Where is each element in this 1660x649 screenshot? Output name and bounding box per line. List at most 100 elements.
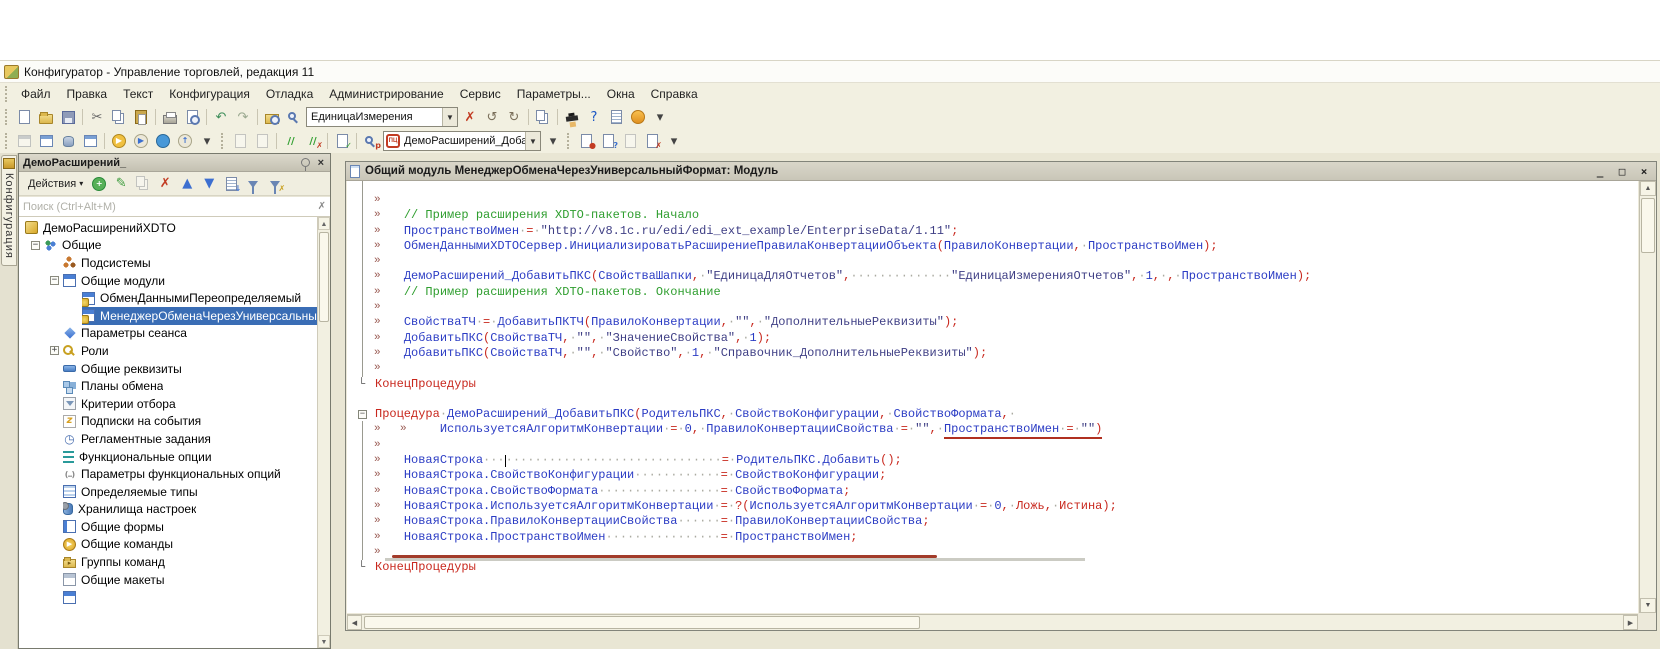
code-line[interactable]: » ОбменДаннымиXDTOСервер.Инициализироват…: [347, 239, 1638, 254]
find-combobox[interactable]: ЕдиницаИзмерения ▼: [306, 107, 458, 127]
tree-item-functional-option-params[interactable]: (..)Параметры функциональных опций: [19, 465, 317, 483]
bookmark-toggle-button[interactable]: ●: [575, 131, 597, 151]
code-line[interactable]: » ДобавитьПКС(СвойстваТЧ,·"",·"Свойство"…: [347, 346, 1638, 361]
toolbar-overflow-button[interactable]: ▾: [649, 107, 671, 127]
tree-item-functional-options[interactable]: Функциональные опции: [19, 448, 317, 466]
code-area[interactable]: » » // Пример расширения XDTO-пакетов. На…: [347, 181, 1638, 613]
paste-button[interactable]: [130, 107, 152, 127]
code-line[interactable]: [347, 392, 1638, 407]
delete-button[interactable]: ✗: [154, 174, 176, 194]
tree-item-command-groups[interactable]: ▸Группы команд: [19, 553, 317, 571]
menu-item-2[interactable]: Текст: [115, 85, 161, 103]
code-line[interactable]: » ДобавитьПКС(СвойстваТЧ,·"",·"ЗначениеС…: [347, 331, 1638, 346]
check-module-button[interactable]: ✓: [331, 131, 353, 151]
tree-item-roles[interactable]: +Роли: [19, 342, 317, 360]
menu-item-3[interactable]: Конфигурация: [161, 85, 258, 103]
code-line[interactable]: » // Пример расширения XDTO-пакетов. Нач…: [347, 208, 1638, 223]
code-line[interactable]: »: [347, 361, 1638, 376]
menu-item-9[interactable]: Справка: [643, 85, 706, 103]
collapse-icon[interactable]: −: [50, 276, 59, 285]
compare-config-button[interactable]: [35, 131, 57, 151]
find-combobox-dropdown-icon[interactable]: ▼: [442, 108, 457, 126]
new-document-button[interactable]: [13, 107, 35, 127]
search-clear-icon[interactable]: ✗: [318, 201, 326, 212]
menubar-grip[interactable]: [5, 86, 10, 102]
actions-menu-button[interactable]: Действия ▾: [23, 175, 88, 193]
tree-item-common[interactable]: −Общие: [19, 237, 317, 255]
tree-search-box[interactable]: Поиск (Ctrl+Alt+M) ✗: [19, 196, 330, 217]
scroll-down-icon[interactable]: ▼: [318, 635, 330, 648]
uncomment-lines-button[interactable]: //✗: [302, 131, 324, 151]
update-db-config-button[interactable]: [57, 131, 79, 151]
collapse-icon[interactable]: −: [31, 241, 40, 250]
procedure-combobox[interactable]: ПЦ ДемоРасширений_ДобавитьПК ▼: [383, 131, 541, 151]
vertical-scrollbar-thumb[interactable]: [1641, 198, 1655, 253]
find-in-files-button[interactable]: [261, 107, 283, 127]
find-button[interactable]: [283, 107, 305, 127]
tree-item-subsystems[interactable]: Подсистемы: [19, 254, 317, 272]
panel-titlebar[interactable]: ДемоРасширений_ ×: [19, 154, 330, 172]
menu-item-4[interactable]: Отладка: [258, 85, 321, 103]
clear-find-button[interactable]: ✗: [459, 107, 481, 127]
menu-item-7[interactable]: Параметры...: [509, 85, 599, 103]
code-line[interactable]: »» ИспользуетсяАлгоритмКонвертации·=·0,·…: [347, 422, 1638, 437]
tree-item-common-templates[interactable]: Общие макеты: [19, 571, 317, 589]
edit-button[interactable]: ✎: [110, 174, 132, 194]
web-client-button[interactable]: [152, 131, 174, 151]
app-titlebar[interactable]: Конфигуратор - Управление торговлей, ред…: [0, 61, 1660, 83]
config-table-button[interactable]: [79, 131, 101, 151]
code-line[interactable]: »: [347, 545, 1638, 560]
code-line[interactable]: » НоваяСтрока.ИспользуетсяАлгоритмКонвер…: [347, 499, 1638, 514]
menu-item-1[interactable]: Правка: [59, 85, 116, 103]
tree-item-event-subscriptions[interactable]: zПодписки на события: [19, 413, 317, 431]
scroll-up-icon[interactable]: ▲: [1640, 181, 1656, 196]
format-document-button[interactable]: [229, 131, 251, 151]
menu-item-0[interactable]: Файл: [13, 85, 59, 103]
redo-button[interactable]: ↷: [232, 107, 254, 127]
tree-item-defined-types[interactable]: Определяемые типы: [19, 483, 317, 501]
code-line[interactable]: » ДемоРасширений_ДобавитьПКС(СвойстваШап…: [347, 269, 1638, 284]
editor-horizontal-scrollbar[interactable]: ◀ ▶: [347, 614, 1638, 630]
code-line[interactable]: » НоваяСтрока.ПравилоКонвертацииСвойства…: [347, 514, 1638, 529]
comment-lines-button[interactable]: //: [280, 131, 302, 151]
debug-overflow-button[interactable]: ▾: [196, 131, 218, 151]
horizontal-scrollbar-thumb[interactable]: [364, 616, 920, 629]
update-extension-button[interactable]: ↑: [174, 131, 196, 151]
code-line[interactable]: »: [347, 254, 1638, 269]
tree-scrollbar-thumb[interactable]: [319, 232, 329, 322]
close-button[interactable]: ×: [1636, 165, 1652, 178]
add-button[interactable]: +: [88, 174, 110, 194]
info-button[interactable]: [627, 107, 649, 127]
editor-titlebar[interactable]: Общий модуль МенеджерОбменаЧерезУниверса…: [346, 162, 1656, 181]
duplicate-button[interactable]: [132, 174, 154, 194]
code-line[interactable]: »: [347, 300, 1638, 315]
tree-item-common-commands[interactable]: ▶Общие команды: [19, 536, 317, 554]
goto-procedure-button[interactable]: p: [360, 131, 382, 151]
code-line[interactable]: » НоваяСтрока.СвойствоФормата···········…: [347, 484, 1638, 499]
tree-item-common-forms[interactable]: Общие формы: [19, 518, 317, 536]
print-preview-button[interactable]: [181, 107, 203, 127]
code-line[interactable]: » НоваяСтрока···························…: [347, 453, 1638, 468]
tree-item-common-attributes[interactable]: Общие реквизиты: [19, 360, 317, 378]
code-line[interactable]: » НоваяСтрока.ПространствоИмен··········…: [347, 530, 1638, 545]
scroll-down-icon[interactable]: ▼: [1640, 598, 1656, 613]
pin-icon[interactable]: [301, 158, 310, 167]
toolbar-grip[interactable]: [5, 109, 10, 125]
format-block-button[interactable]: [251, 131, 273, 151]
filter-button[interactable]: [242, 174, 264, 194]
tree-item-filter-criteria[interactable]: Критерии отбора: [19, 395, 317, 413]
window-list-button[interactable]: [532, 107, 554, 127]
sort-button[interactable]: ↓: [220, 174, 242, 194]
scroll-up-icon[interactable]: ▲: [318, 217, 330, 230]
code-line[interactable]: └КонецПроцедуры: [347, 560, 1638, 575]
thin-client-button[interactable]: ▶: [130, 131, 152, 151]
menu-item-6[interactable]: Сервис: [452, 85, 509, 103]
code-line[interactable]: » // Пример расширения XDTO-пакетов. Око…: [347, 285, 1638, 300]
syntax-check-button[interactable]: [561, 107, 583, 127]
cut-button[interactable]: ✂: [86, 107, 108, 127]
scroll-right-icon[interactable]: ▶: [1623, 615, 1638, 630]
tree-item-scheduled-jobs[interactable]: ◷Регламентные задания: [19, 430, 317, 448]
tree-item-session-params[interactable]: Параметры сеанса: [19, 325, 317, 343]
code-line[interactable]: └КонецПроцедуры: [347, 377, 1638, 392]
tab-configuration[interactable]: Конфигурация: [1, 155, 17, 266]
